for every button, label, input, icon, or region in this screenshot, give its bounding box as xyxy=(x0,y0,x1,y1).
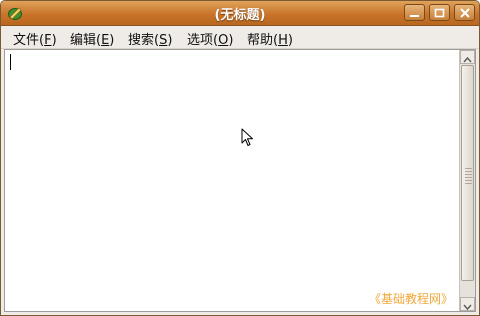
maximize-button[interactable] xyxy=(429,4,450,21)
menu-help[interactable]: 帮助(H) xyxy=(247,29,293,48)
menu-search[interactable]: 搜索(S) xyxy=(128,29,172,48)
scroll-up-button[interactable] xyxy=(460,50,475,64)
vertical-scrollbar[interactable] xyxy=(459,50,475,311)
close-button[interactable] xyxy=(454,4,475,21)
chevron-down-icon xyxy=(463,304,472,311)
menu-options[interactable]: 选项(O) xyxy=(187,29,233,48)
menu-file[interactable]: 文件(F) xyxy=(13,29,57,48)
minimize-button[interactable] xyxy=(404,4,425,21)
scrollbar-thumb[interactable] xyxy=(461,65,474,281)
menu-edit[interactable]: 编辑(E) xyxy=(70,29,114,48)
title-bar[interactable]: (无标题) xyxy=(1,1,479,26)
text-editor[interactable]: 《基础教程网》 xyxy=(4,49,476,312)
text-caret xyxy=(10,54,11,70)
app-window: (无标题) 文件(F) 编辑(E) 搜索(S) 选项(O) 帮助(H) 《基础教… xyxy=(0,0,480,316)
watermark-text: 《基础教程网》 xyxy=(368,292,453,306)
mouse-pointer-icon xyxy=(241,128,253,146)
scroll-down-button[interactable] xyxy=(460,297,475,311)
scrollbar-grip xyxy=(465,168,472,184)
menu-bar: 文件(F) 编辑(E) 搜索(S) 选项(O) 帮助(H) xyxy=(1,26,479,49)
minimize-icon xyxy=(410,15,419,17)
close-icon xyxy=(460,8,470,18)
maximize-icon xyxy=(434,8,445,18)
